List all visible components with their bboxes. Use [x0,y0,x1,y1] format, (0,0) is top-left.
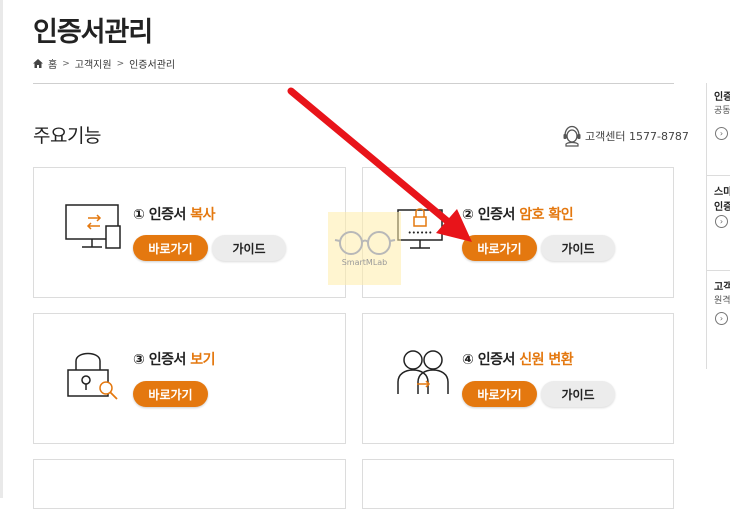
red-annotation-arrow [287,87,472,242]
